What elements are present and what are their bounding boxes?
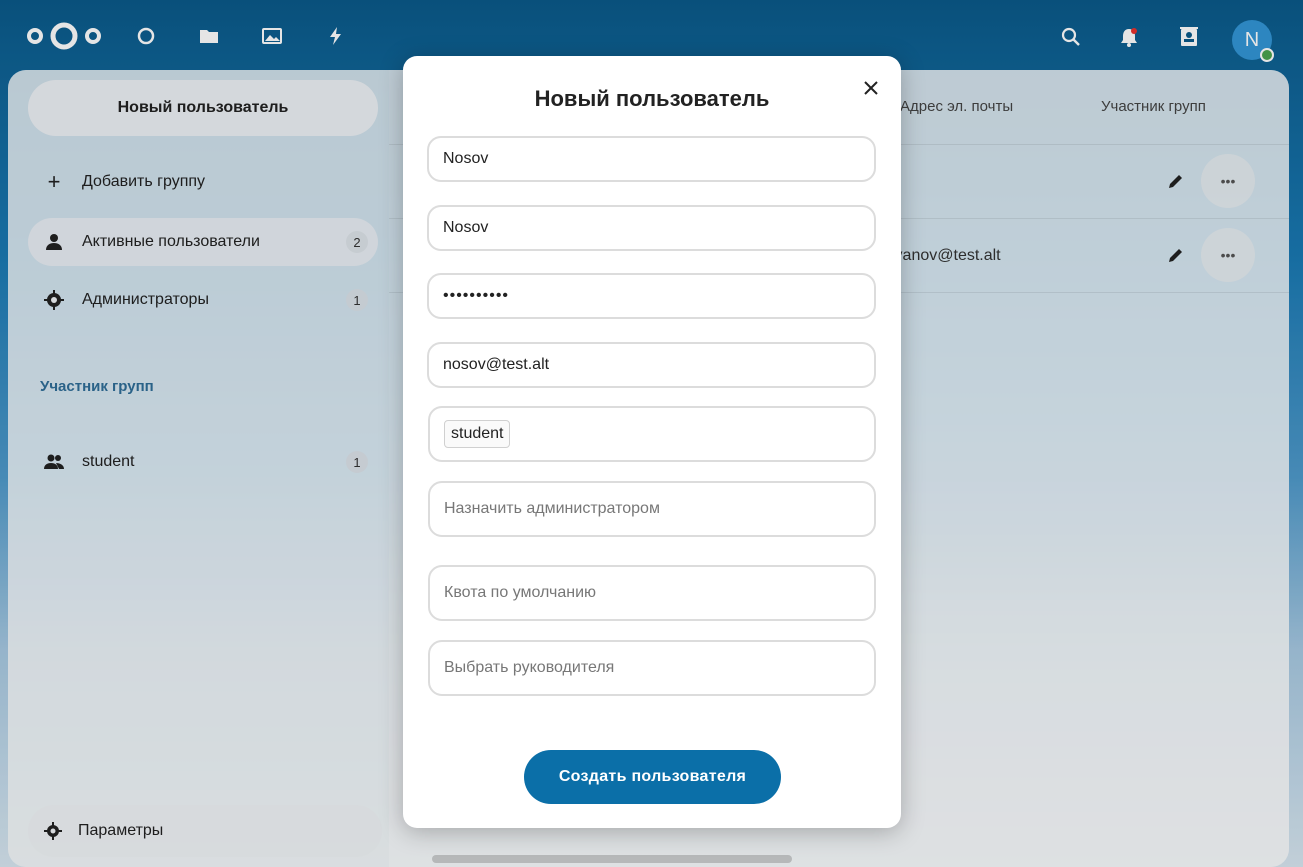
quota-select[interactable]: Квота по умолчанию [428, 565, 876, 621]
manager-select[interactable]: Выбрать руководителя [428, 640, 876, 696]
close-button[interactable] [857, 74, 885, 102]
dialog-title: Новый пользователь [534, 86, 770, 111]
email-field[interactable]: nosov@test.alt [427, 342, 876, 388]
groups-select[interactable]: student [428, 406, 876, 462]
password-field[interactable]: •••••••••• [427, 273, 876, 319]
username-field[interactable]: Nosov [427, 136, 876, 182]
close-icon [864, 81, 878, 95]
new-user-dialog: Новый пользователь Nosov Nosov •••••••••… [403, 56, 901, 828]
display-name-field[interactable]: Nosov [427, 205, 876, 251]
admin-groups-select[interactable]: Назначить администратором [428, 481, 876, 537]
group-tag[interactable]: student [444, 420, 511, 448]
create-user-button[interactable]: Создать пользователя [524, 750, 781, 804]
